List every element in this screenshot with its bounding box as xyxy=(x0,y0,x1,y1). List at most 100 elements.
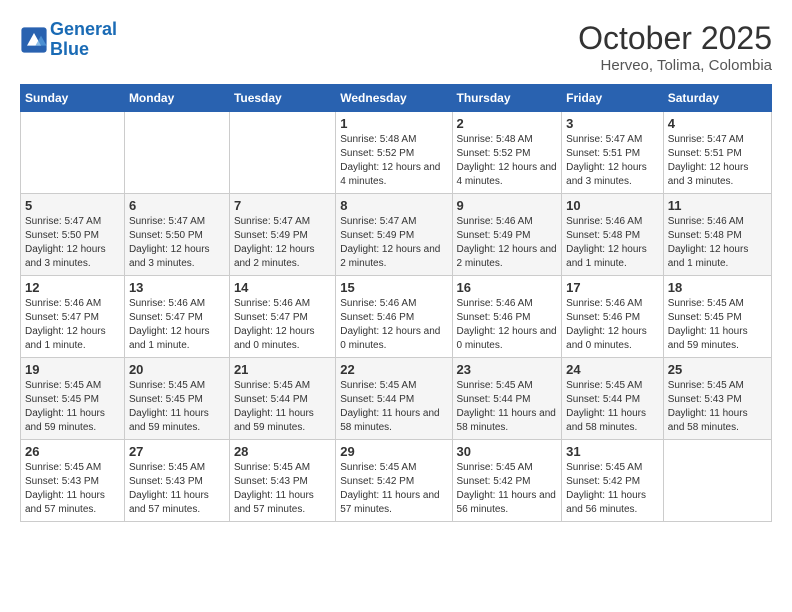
day-detail: Sunrise: 5:45 AM Sunset: 5:45 PM Dayligh… xyxy=(25,379,120,435)
calendar-cell: 8 Sunrise: 5:47 AM Sunset: 5:49 PM Daylig… xyxy=(336,194,452,276)
day-detail: Sunrise: 5:45 AM Sunset: 5:42 PM Dayligh… xyxy=(566,461,659,517)
day-number: 6 xyxy=(129,198,225,213)
day-detail: Sunrise: 5:45 AM Sunset: 5:44 PM Dayligh… xyxy=(234,379,331,435)
calendar-cell: 18 Sunrise: 5:45 AM Sunset: 5:45 PM Dayli… xyxy=(663,276,771,358)
calendar-week-row: 12 Sunrise: 5:46 AM Sunset: 5:47 PM Dayli… xyxy=(21,276,772,358)
calendar-table: SundayMondayTuesdayWednesdayThursdayFrid… xyxy=(20,84,772,522)
weekday-header-row: SundayMondayTuesdayWednesdayThursdayFrid… xyxy=(21,85,772,112)
day-number: 2 xyxy=(457,116,558,131)
calendar-cell: 31 Sunrise: 5:45 AM Sunset: 5:42 PM Dayli… xyxy=(562,440,664,522)
month-title: October 2025 xyxy=(578,20,772,57)
day-detail: Sunrise: 5:48 AM Sunset: 5:52 PM Dayligh… xyxy=(457,133,558,189)
day-detail: Sunrise: 5:46 AM Sunset: 5:46 PM Dayligh… xyxy=(457,297,558,353)
calendar-cell: 22Sunrise: 5:45 AM Sunset: 5:44 PM Dayli… xyxy=(336,358,452,440)
weekday-header: Thursday xyxy=(452,85,562,112)
calendar-cell: 24Sunrise: 5:45 AM Sunset: 5:44 PM Dayli… xyxy=(562,358,664,440)
day-number: 10 xyxy=(566,198,659,213)
calendar-cell: 6 Sunrise: 5:47 AM Sunset: 5:50 PM Daylig… xyxy=(124,194,229,276)
calendar-cell: 25Sunrise: 5:45 AM Sunset: 5:43 PM Dayli… xyxy=(663,358,771,440)
weekday-header: Wednesday xyxy=(336,85,452,112)
day-number: 31 xyxy=(566,444,659,459)
calendar-cell xyxy=(124,112,229,194)
calendar-week-row: 5 Sunrise: 5:47 AM Sunset: 5:50 PM Daylig… xyxy=(21,194,772,276)
day-number: 30 xyxy=(457,444,558,459)
calendar-cell: 4Sunrise: 5:47 AM Sunset: 5:51 PM Daylig… xyxy=(663,112,771,194)
calendar-cell: 2 Sunrise: 5:48 AM Sunset: 5:52 PM Daylig… xyxy=(452,112,562,194)
calendar-cell: 14Sunrise: 5:46 AM Sunset: 5:47 PM Dayli… xyxy=(229,276,335,358)
calendar-week-row: 26 Sunrise: 5:45 AM Sunset: 5:43 PM Dayli… xyxy=(21,440,772,522)
calendar-cell: 10 Sunrise: 5:46 AM Sunset: 5:48 PM Dayli… xyxy=(562,194,664,276)
location: Herveo, Tolima, Colombia xyxy=(578,57,772,74)
day-detail: Sunrise: 5:47 AM Sunset: 5:50 PM Dayligh… xyxy=(129,215,225,271)
day-number: 12 xyxy=(25,280,120,295)
day-detail: Sunrise: 5:47 AM Sunset: 5:51 PM Dayligh… xyxy=(566,133,659,189)
day-number: 16 xyxy=(457,280,558,295)
day-number: 18 xyxy=(668,280,767,295)
day-number: 8 xyxy=(340,198,447,213)
day-detail: Sunrise: 5:48 AM Sunset: 5:52 PM Dayligh… xyxy=(340,133,447,189)
calendar-cell: 19Sunrise: 5:45 AM Sunset: 5:45 PM Dayli… xyxy=(21,358,125,440)
day-detail: Sunrise: 5:46 AM Sunset: 5:49 PM Dayligh… xyxy=(457,215,558,271)
day-number: 28 xyxy=(234,444,331,459)
logo-line2: Blue xyxy=(50,39,89,59)
calendar-cell: 20 Sunrise: 5:45 AM Sunset: 5:45 PM Dayli… xyxy=(124,358,229,440)
day-detail: Sunrise: 5:47 AM Sunset: 5:49 PM Dayligh… xyxy=(234,215,331,271)
day-detail: Sunrise: 5:46 AM Sunset: 5:46 PM Dayligh… xyxy=(566,297,659,353)
day-detail: Sunrise: 5:46 AM Sunset: 5:48 PM Dayligh… xyxy=(668,215,767,271)
calendar-cell: 17Sunrise: 5:46 AM Sunset: 5:46 PM Dayli… xyxy=(562,276,664,358)
day-number: 5 xyxy=(25,198,120,213)
weekday-header: Sunday xyxy=(21,85,125,112)
day-detail: Sunrise: 5:46 AM Sunset: 5:47 PM Dayligh… xyxy=(234,297,331,353)
calendar-cell: 26 Sunrise: 5:45 AM Sunset: 5:43 PM Dayli… xyxy=(21,440,125,522)
calendar-cell: 11 Sunrise: 5:46 AM Sunset: 5:48 PM Dayli… xyxy=(663,194,771,276)
day-detail: Sunrise: 5:46 AM Sunset: 5:48 PM Dayligh… xyxy=(566,215,659,271)
day-number: 26 xyxy=(25,444,120,459)
calendar-cell: 3 Sunrise: 5:47 AM Sunset: 5:51 PM Daylig… xyxy=(562,112,664,194)
day-detail: Sunrise: 5:45 AM Sunset: 5:45 PM Dayligh… xyxy=(129,379,225,435)
calendar-cell: 7 Sunrise: 5:47 AM Sunset: 5:49 PM Daylig… xyxy=(229,194,335,276)
day-number: 3 xyxy=(566,116,659,131)
calendar-cell: 1 Sunrise: 5:48 AM Sunset: 5:52 PM Daylig… xyxy=(336,112,452,194)
day-number: 20 xyxy=(129,362,225,377)
calendar-cell: 5 Sunrise: 5:47 AM Sunset: 5:50 PM Daylig… xyxy=(21,194,125,276)
day-detail: Sunrise: 5:45 AM Sunset: 5:43 PM Dayligh… xyxy=(25,461,120,517)
calendar-cell: 16 Sunrise: 5:46 AM Sunset: 5:46 PM Dayli… xyxy=(452,276,562,358)
weekday-header: Friday xyxy=(562,85,664,112)
weekday-header: Saturday xyxy=(663,85,771,112)
page-header: General Blue October 2025 Herveo, Tolima… xyxy=(20,20,772,74)
day-number: 11 xyxy=(668,198,767,213)
day-detail: Sunrise: 5:45 AM Sunset: 5:44 PM Dayligh… xyxy=(566,379,659,435)
logo-line1: General xyxy=(50,19,117,39)
logo: General Blue xyxy=(20,20,117,60)
calendar-cell xyxy=(663,440,771,522)
calendar-cell: 12Sunrise: 5:46 AM Sunset: 5:47 PM Dayli… xyxy=(21,276,125,358)
day-number: 15 xyxy=(340,280,447,295)
day-number: 21 xyxy=(234,362,331,377)
calendar-week-row: 19Sunrise: 5:45 AM Sunset: 5:45 PM Dayli… xyxy=(21,358,772,440)
day-detail: Sunrise: 5:47 AM Sunset: 5:50 PM Dayligh… xyxy=(25,215,120,271)
day-detail: Sunrise: 5:46 AM Sunset: 5:47 PM Dayligh… xyxy=(129,297,225,353)
day-detail: Sunrise: 5:45 AM Sunset: 5:42 PM Dayligh… xyxy=(340,461,447,517)
day-detail: Sunrise: 5:45 AM Sunset: 5:43 PM Dayligh… xyxy=(234,461,331,517)
day-number: 7 xyxy=(234,198,331,213)
calendar-cell xyxy=(229,112,335,194)
calendar-cell: 15 Sunrise: 5:46 AM Sunset: 5:46 PM Dayli… xyxy=(336,276,452,358)
day-number: 9 xyxy=(457,198,558,213)
calendar-cell: 29 Sunrise: 5:45 AM Sunset: 5:42 PM Dayli… xyxy=(336,440,452,522)
title-block: October 2025 Herveo, Tolima, Colombia xyxy=(578,20,772,74)
calendar-week-row: 1 Sunrise: 5:48 AM Sunset: 5:52 PM Daylig… xyxy=(21,112,772,194)
day-detail: Sunrise: 5:46 AM Sunset: 5:46 PM Dayligh… xyxy=(340,297,447,353)
day-number: 4 xyxy=(668,116,767,131)
day-number: 29 xyxy=(340,444,447,459)
day-number: 1 xyxy=(340,116,447,131)
logo-icon xyxy=(20,26,48,54)
calendar-cell: 28 Sunrise: 5:45 AM Sunset: 5:43 PM Dayli… xyxy=(229,440,335,522)
calendar-cell: 30 Sunrise: 5:45 AM Sunset: 5:42 PM Dayli… xyxy=(452,440,562,522)
day-detail: Sunrise: 5:45 AM Sunset: 5:42 PM Dayligh… xyxy=(457,461,558,517)
calendar-cell: 9 Sunrise: 5:46 AM Sunset: 5:49 PM Daylig… xyxy=(452,194,562,276)
day-detail: Sunrise: 5:45 AM Sunset: 5:45 PM Dayligh… xyxy=(668,297,767,353)
day-detail: Sunrise: 5:47 AM Sunset: 5:49 PM Dayligh… xyxy=(340,215,447,271)
day-number: 22 xyxy=(340,362,447,377)
logo-text: General Blue xyxy=(50,20,117,60)
weekday-header: Tuesday xyxy=(229,85,335,112)
